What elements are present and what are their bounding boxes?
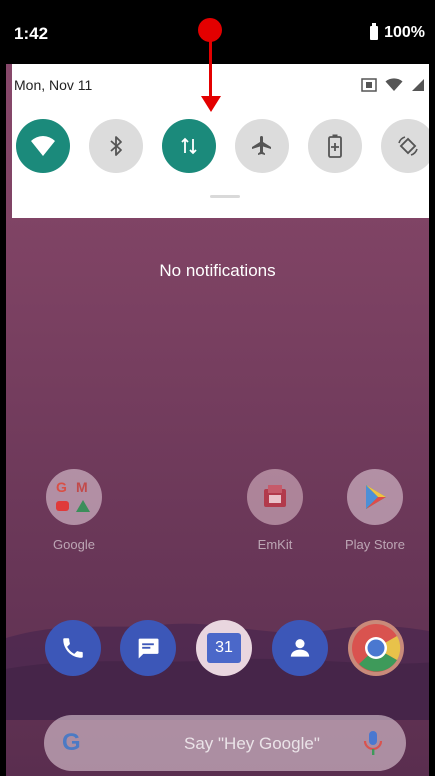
app-label-google: Google (53, 537, 95, 552)
search-hint: Say "Hey Google" (184, 734, 320, 753)
wifi-icon (31, 136, 55, 156)
google-folder-icon: G M (46, 469, 102, 525)
qs-date: Mon, Nov 11 (14, 77, 93, 93)
svg-text:G: G (56, 479, 67, 495)
screen-border-left (0, 0, 6, 776)
bluetooth-tile[interactable] (89, 119, 143, 173)
mobile-data-icon (181, 137, 197, 155)
status-battery: 100% (370, 23, 425, 42)
auto-rotate-tile[interactable] (381, 119, 435, 173)
google-search-bar[interactable]: G Say "Hey Google" (44, 715, 406, 771)
airplane-mode-tile[interactable] (235, 119, 289, 173)
annotation-arrow-head (201, 96, 221, 112)
wifi-tile[interactable] (16, 119, 70, 173)
emkit-icon (247, 469, 303, 525)
dock: 31 (0, 620, 435, 680)
contacts-icon[interactable] (272, 620, 328, 676)
battery-icon (370, 23, 379, 40)
messages-icon[interactable] (120, 620, 176, 676)
qs-status-icons (361, 78, 425, 92)
app-emkit[interactable]: EmKit (235, 469, 315, 552)
status-time: 1:42 (14, 24, 49, 43)
play-store-icon (347, 469, 403, 525)
microphone-icon[interactable] (362, 729, 384, 762)
mobile-data-tile[interactable] (162, 119, 216, 173)
quick-settings-panel: Mon, Nov 11 (12, 64, 435, 218)
quick-settings-tiles (16, 119, 435, 175)
app-label-emkit: EmKit (257, 537, 293, 552)
battery-saver-tile[interactable] (308, 119, 362, 173)
airplane-mode-icon (252, 136, 271, 155)
cell-signal-icon (412, 79, 424, 91)
panel-drag-handle[interactable] (210, 195, 240, 198)
bluetooth-icon (110, 136, 122, 156)
google-logo-icon: G (62, 729, 81, 756)
app-google-folder[interactable]: G M Google (34, 469, 114, 552)
screen-capture-icon (361, 78, 377, 92)
chrome-icon[interactable] (348, 620, 404, 676)
svg-text:M: M (76, 479, 88, 495)
app-play-store[interactable]: Play Store (335, 469, 415, 552)
battery-percent: 100% (384, 24, 425, 41)
calendar-icon[interactable]: 31 (196, 620, 252, 676)
no-notifications-text: No notifications (159, 261, 276, 280)
auto-rotate-icon (398, 136, 418, 156)
screen-border-right (429, 0, 435, 776)
battery-saver-icon (328, 134, 342, 158)
annotation-arrow-line (209, 38, 212, 100)
phone-icon[interactable] (45, 620, 101, 676)
phone-screen: 1:42 100% No notifications G M Google Em… (0, 0, 435, 776)
calendar-date: 31 (207, 633, 241, 663)
wifi-signal-icon (385, 78, 403, 91)
app-label-play-store: Play Store (345, 537, 405, 552)
